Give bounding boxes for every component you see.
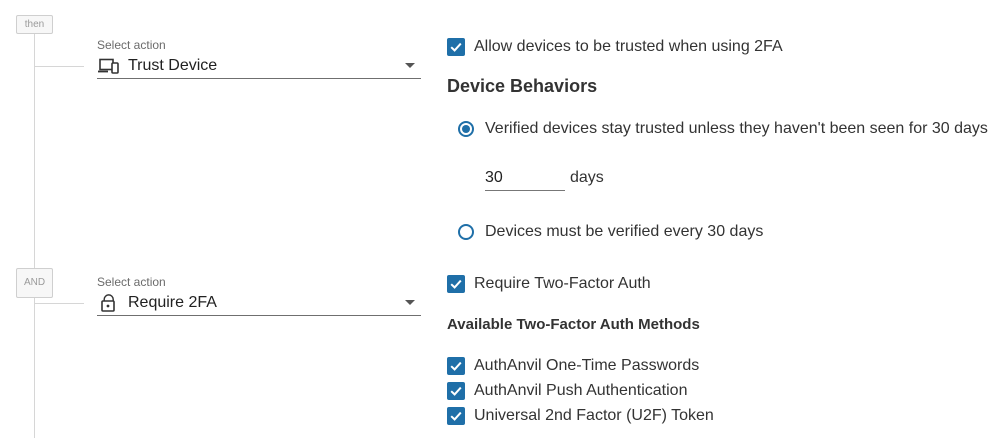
radio-reverify[interactable]: Devices must be verified every 30 days (458, 223, 763, 241)
select-value: Trust Device (128, 56, 218, 74)
checkbox-checked-icon (447, 357, 465, 375)
then-tag: then (16, 15, 53, 34)
radio-selected-icon (458, 121, 474, 137)
chevron-down-icon[interactable] (405, 300, 415, 305)
method-checkbox-push[interactable]: AuthAnvil Push Authentication (447, 382, 687, 400)
checkbox-checked-icon (447, 275, 465, 293)
checkbox-checked-icon (447, 38, 465, 56)
select-action-require-2fa[interactable]: Require 2FA (97, 290, 421, 316)
radio-stay-trusted[interactable]: Verified devices stay trusted unless the… (458, 120, 988, 138)
days-input[interactable] (485, 166, 565, 191)
methods-heading: Available Two-Factor Auth Methods (447, 316, 700, 333)
select-action-label: Select action (97, 275, 166, 289)
allow-trust-checkbox[interactable]: Allow devices to be trusted when using 2… (447, 38, 783, 56)
chevron-down-icon[interactable] (405, 63, 415, 68)
checkbox-checked-icon (447, 407, 465, 425)
select-action-trust-device[interactable]: Trust Device (97, 53, 421, 79)
allow-trust-label: Allow devices to be trusted when using 2… (474, 38, 783, 55)
radio-unselected-icon (458, 224, 474, 240)
method-label: AuthAnvil Push Authentication (474, 382, 688, 399)
method-checkbox-otp[interactable]: AuthAnvil One-Time Passwords (447, 357, 699, 375)
require-2fa-label: Require Two-Factor Auth (474, 275, 651, 292)
device-behaviors-heading: Device Behaviors (447, 76, 598, 96)
select-value: Require 2FA (128, 293, 217, 311)
devices-icon (98, 57, 120, 75)
radio-stay-trusted-label: Verified devices stay trusted unless the… (485, 120, 988, 137)
require-2fa-checkbox[interactable]: Require Two-Factor Auth (447, 275, 651, 293)
connector-branch-line (34, 66, 84, 67)
and-tag: AND (16, 268, 53, 298)
connector-branch-line (34, 303, 84, 304)
method-checkbox-u2f[interactable]: Universal 2nd Factor (U2F) Token (447, 407, 714, 425)
method-label: Universal 2nd Factor (U2F) Token (474, 407, 714, 424)
select-action-label: Select action (97, 38, 166, 52)
checkbox-checked-icon (447, 382, 465, 400)
radio-reverify-label: Devices must be verified every 30 days (485, 223, 764, 240)
days-unit-label: days (570, 169, 604, 186)
method-label: AuthAnvil One-Time Passwords (474, 357, 700, 374)
connector-vertical-line (34, 34, 35, 438)
lock-icon (98, 293, 120, 312)
